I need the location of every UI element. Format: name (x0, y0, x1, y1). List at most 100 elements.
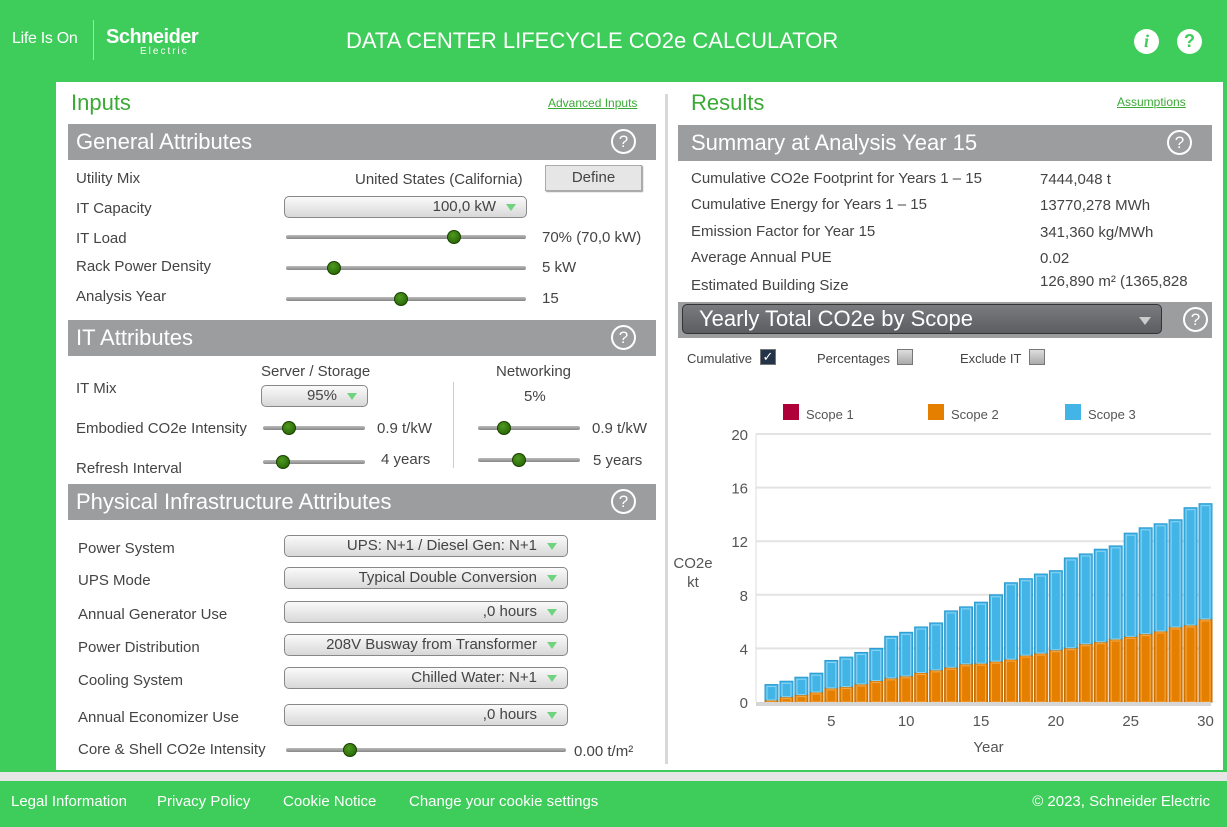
core-shell-slider[interactable] (286, 742, 566, 758)
utility-mix-label: Utility Mix (76, 170, 141, 187)
x-tick-label: 20 (1048, 713, 1065, 730)
percentages-label: Percentages (817, 351, 890, 366)
network-refresh-slider[interactable] (478, 452, 580, 468)
chevron-down-icon (547, 575, 557, 582)
advanced-inputs-link[interactable]: Advanced Inputs (548, 96, 637, 110)
help-icon[interactable]: ? (611, 489, 636, 514)
inputs-title: Inputs (71, 90, 131, 115)
physical-row-label: Power System (78, 540, 175, 557)
slider-track (286, 266, 526, 270)
section-title: IT Attributes (76, 325, 193, 350)
chart-header: Yearly Total CO2e by Scope ? (678, 302, 1212, 338)
define-button[interactable]: Define (545, 165, 642, 191)
analysis-year-value: 15 (542, 290, 559, 307)
logo-divider (93, 20, 94, 60)
y-axis-label: kt (687, 574, 700, 591)
help-icon[interactable]: ? (611, 325, 636, 350)
slider-thumb[interactable] (276, 455, 291, 469)
dropdown-value: Chilled Water: N+1 (411, 669, 537, 686)
exclude-it-checkbox[interactable] (1029, 349, 1045, 365)
legend-label-scope-3: Scope 3 (1088, 407, 1136, 422)
summary-value: 126,890 m² (1365,828 ft²) (1040, 273, 1188, 293)
physical-row-dropdown[interactable]: 208V Busway from Transformer (284, 634, 568, 656)
help-icon[interactable]: ? (611, 129, 636, 154)
physical-row-dropdown[interactable]: ,0 hours (284, 704, 568, 726)
dropdown-value: 95% (306, 387, 337, 404)
general-attributes-header: General Attributes ? (68, 124, 656, 160)
y-axis-label: CO2e (673, 555, 712, 572)
app-header: Life Is On Schneider Electric DATA CENTE… (0, 0, 1227, 82)
y-tick-label: 20 (731, 427, 748, 444)
it-attributes-header: IT Attributes ? (68, 320, 656, 356)
summary-label: Average Annual PUE (691, 249, 832, 266)
dropdown-value: ,0 hours (482, 706, 537, 723)
footer-spacer (0, 772, 1227, 781)
physical-row-dropdown[interactable]: UPS: N+1 / Diesel Gen: N+1 (284, 535, 568, 557)
percentages-checkbox[interactable] (897, 349, 913, 365)
chevron-down-icon (547, 609, 557, 616)
summary-label: Cumulative Energy for Years 1 – 15 (691, 196, 927, 213)
slider-thumb[interactable] (394, 292, 409, 306)
cookie-notice-link[interactable]: Cookie Notice (283, 793, 376, 810)
cookie-settings-link[interactable]: Change your cookie settings (409, 793, 598, 810)
slider-thumb[interactable] (511, 453, 526, 467)
legend-swatch-scope-1 (783, 404, 799, 420)
it-load-value: 70% (70,0 kW) (542, 229, 642, 246)
y-tick-label: 16 (731, 481, 748, 498)
slider-thumb[interactable] (447, 230, 461, 244)
server-refresh-value: 4 years (381, 451, 431, 468)
core-shell-value: 0.00 t/m² (574, 743, 634, 760)
y-tick-label: 12 (731, 534, 748, 551)
chevron-down-icon (547, 712, 557, 719)
assumptions-link[interactable]: Assumptions (1117, 95, 1186, 109)
privacy-policy-link[interactable]: Privacy Policy (157, 793, 250, 810)
dropdown-value: UPS: N+1 / Diesel Gen: N+1 (346, 537, 537, 554)
summary-value: 341,360 kg/MWh (1040, 224, 1154, 241)
chevron-down-icon (1139, 317, 1151, 325)
x-axis (756, 702, 1211, 706)
y-tick-label: 4 (740, 641, 748, 658)
legend-swatch-scope-3 (1065, 404, 1081, 420)
physical-row-dropdown[interactable]: ,0 hours (284, 601, 568, 623)
scope-chart: 0 4 8 12 16 20 5 10 15 20 25 30 Year CO2e kt (673, 427, 1213, 756)
it-divider (453, 382, 454, 468)
rack-density-value: 5 kW (542, 259, 577, 276)
slider-thumb[interactable] (496, 421, 511, 435)
analysis-year-slider[interactable] (286, 291, 526, 307)
help-icon[interactable]: ? (1177, 29, 1202, 54)
dropdown-value: ,0 hours (482, 603, 537, 620)
chevron-down-icon (347, 393, 357, 400)
it-load-slider[interactable] (286, 229, 526, 245)
server-refresh-slider[interactable] (263, 454, 365, 470)
server-mix-dropdown[interactable]: 95% (261, 385, 368, 407)
slider-thumb[interactable] (281, 421, 296, 435)
embodied-intensity-label: Embodied CO2e Intensity (76, 420, 247, 437)
server-embodied-slider[interactable] (263, 420, 365, 436)
rack-density-label: Rack Power Density (76, 258, 212, 275)
physical-row-dropdown[interactable]: Typical Double Conversion (284, 567, 568, 589)
slider-thumb[interactable] (327, 261, 341, 275)
it-capacity-dropdown[interactable]: 100,0 kW (284, 196, 527, 218)
legend-swatch-scope-2 (928, 404, 944, 420)
dropdown-value: 208V Busway from Transformer (326, 636, 537, 653)
physical-row-dropdown[interactable]: Chilled Water: N+1 (284, 667, 568, 689)
summary-header: Summary at Analysis Year 15 ? (678, 125, 1212, 161)
chart-type-dropdown[interactable]: Yearly Total CO2e by Scope (682, 304, 1162, 334)
cumulative-checkbox[interactable]: ✓ (760, 349, 776, 365)
rack-density-slider[interactable] (286, 260, 526, 276)
info-icon[interactable]: i (1134, 29, 1159, 54)
app-title: DATA CENTER LIFECYCLE CO2e CALCULATOR (346, 28, 839, 53)
section-title: Summary at Analysis Year 15 (691, 130, 978, 155)
physical-attributes-header: Physical Infrastructure Attributes ? (68, 484, 656, 520)
x-tick-label: 5 (827, 713, 835, 730)
help-icon[interactable]: ? (1183, 307, 1208, 332)
help-icon[interactable]: ? (1167, 130, 1192, 155)
summary-label: Cumulative CO2e Footprint for Years 1 – … (691, 170, 982, 187)
x-axis-label: Year (973, 739, 1003, 756)
legal-information-link[interactable]: Legal Information (11, 793, 127, 810)
it-load-label: IT Load (76, 230, 127, 247)
x-tick-label: 25 (1122, 713, 1139, 730)
footer: Legal Information Privacy Policy Cookie … (0, 781, 1227, 827)
slider-thumb[interactable] (343, 743, 358, 757)
network-embodied-slider[interactable] (478, 420, 580, 436)
